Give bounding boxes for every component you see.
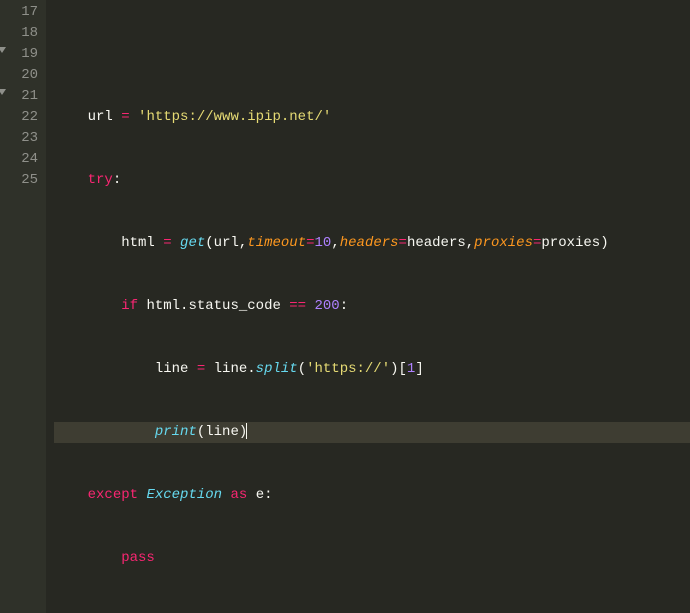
line-number: 21 [0, 86, 38, 107]
line-number: 17 [0, 2, 38, 23]
text-cursor [246, 423, 247, 439]
code-line: try: [54, 170, 690, 191]
code-line: if html.status_code == 200: [54, 296, 690, 317]
line-number: 18 [0, 23, 38, 44]
code-line: line = line.split('https://')[1] [54, 359, 690, 380]
line-number: 19 [0, 44, 38, 65]
line-number: 25 [0, 170, 38, 191]
line-number: 22 [0, 107, 38, 128]
fold-marker-icon[interactable] [0, 47, 6, 53]
code-editor-pane: 17 18 19 20 21 22 23 24 25 url = 'https:… [0, 0, 690, 613]
code-line: pass [54, 548, 690, 569]
code-area[interactable]: url = 'https://www.ipip.net/' try: html … [46, 0, 690, 613]
code-line-active: print(line) [54, 422, 690, 443]
line-number: 20 [0, 65, 38, 86]
line-number: 24 [0, 149, 38, 170]
fold-marker-icon[interactable] [0, 89, 6, 95]
line-number-gutter: 17 18 19 20 21 22 23 24 25 [0, 0, 46, 613]
code-line [54, 44, 690, 65]
code-line: except Exception as e: [54, 485, 690, 506]
code-line: url = 'https://www.ipip.net/' [54, 107, 690, 128]
line-number: 23 [0, 128, 38, 149]
code-line: html = get(url,timeout=10,headers=header… [54, 233, 690, 254]
